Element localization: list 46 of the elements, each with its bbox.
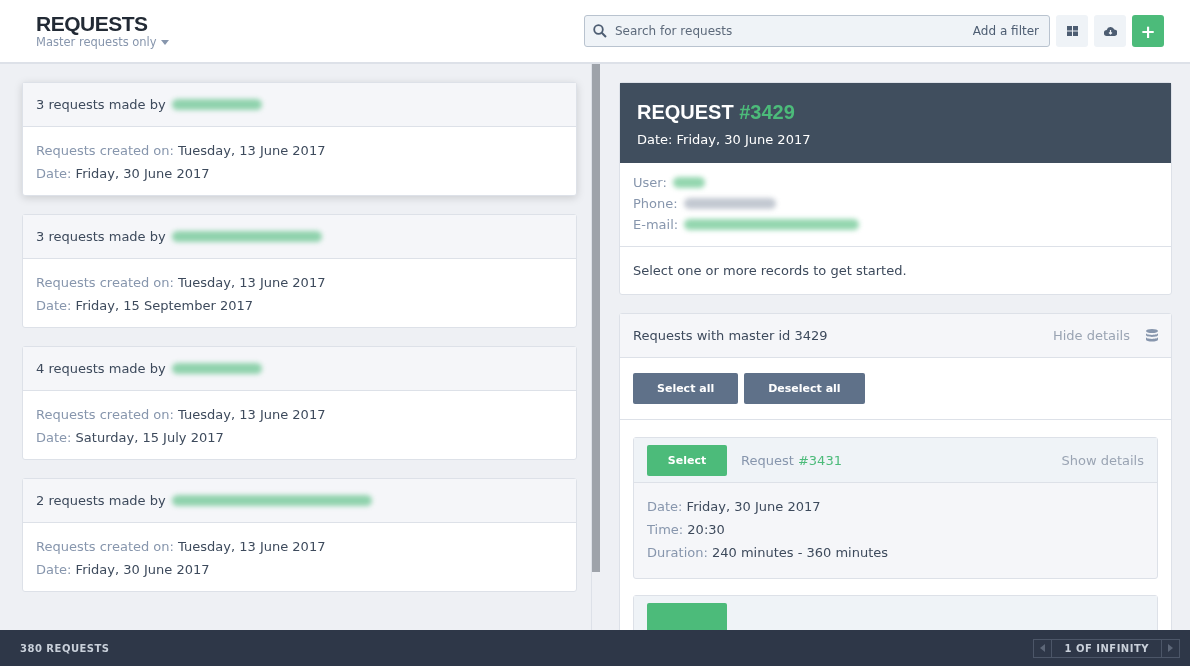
- field-text: Requests created on: Tuesday, 13 June 2017: [36, 539, 327, 554]
- request-group-card[interactable]: 2 requests made by Requests created on: Tuesday, 13 June 2017 Date: Friday, 30 June 2017: [22, 478, 577, 592]
- deselect-all-button[interactable]: Deselect all: [744, 373, 865, 404]
- page-title: REQUESTS: [36, 13, 149, 35]
- field-text: Requests created on: Tuesday, 13 June 2017: [36, 143, 327, 158]
- search-field[interactable]: Search for requests Add a filter: [584, 15, 1050, 47]
- grid-icon: [1066, 26, 1078, 36]
- group-summary: 4 requests made by: [36, 361, 166, 376]
- request-group-card[interactable]: 4 requests made by Requests created on: Tuesday, 13 June 2017 Date: Saturday, 15 July 2017: [22, 346, 577, 460]
- section-title: Requests with master id 3429: [633, 328, 828, 343]
- redacted-name: [672, 177, 705, 188]
- right-arrow-icon: [1168, 644, 1173, 652]
- select-all-button[interactable]: Select all: [633, 373, 739, 404]
- scrollbar[interactable]: [592, 64, 600, 572]
- field-text: Requests created on: Tuesday, 13 June 2017: [36, 407, 327, 422]
- field-text: Date: Saturday, 15 July 2017: [36, 430, 225, 445]
- field-text: Date: Friday, 30 June 2017: [647, 499, 822, 514]
- left-arrow-icon: [1040, 644, 1046, 652]
- group-summary: 3 requests made by: [36, 229, 166, 244]
- field-text: Date: Friday, 30 June 2017: [36, 166, 211, 181]
- cloud-download-button[interactable]: [1094, 15, 1126, 47]
- field-text: Duration: 240 minutes - 360 minutes: [647, 545, 890, 560]
- field-label: E-mail:: [633, 217, 679, 232]
- hint-text: Select one or more records to get started.: [633, 263, 908, 278]
- field-text: Time: 20:30: [647, 522, 726, 537]
- field-text: Requests created on: Tuesday, 13 June 2017: [36, 275, 327, 290]
- search-icon: [593, 24, 607, 38]
- request-link[interactable]: Request #3431: [741, 452, 842, 468]
- request-title: REQUEST #3429: [637, 101, 796, 124]
- grid-view-button[interactable]: [1056, 15, 1088, 47]
- group-summary: 2 requests made by: [36, 493, 166, 508]
- field-text: Date: Friday, 15 September 2017: [36, 298, 254, 313]
- group-summary: 3 requests made by: [36, 97, 166, 112]
- page-indicator: 1 OF INFINITY: [1063, 641, 1150, 656]
- request-group-card[interactable]: 3 requests made by Requests created on: Tuesday, 13 June 2017 Date: Friday, 30 June 2017: [22, 82, 577, 196]
- field-text: Date: Friday, 30 June 2017: [36, 562, 211, 577]
- add-filter-link[interactable]: Add a filter: [972, 24, 1039, 38]
- caret-icon: [160, 39, 169, 45]
- request-count: 380 REQUESTS: [20, 642, 110, 654]
- database-icon: [1146, 329, 1158, 342]
- request-date: Date: Friday, 30 June 2017: [637, 132, 812, 147]
- filter-dropdown[interactable]: Master requests only: [36, 35, 169, 49]
- cloud-download-icon: [1103, 26, 1117, 36]
- field-label: Phone:: [633, 196, 678, 211]
- field-label: User:: [633, 175, 667, 190]
- request-group-card[interactable]: 3 requests made by Requests created on: Tuesday, 13 June 2017 Date: Friday, 15 September 2017: [22, 214, 577, 328]
